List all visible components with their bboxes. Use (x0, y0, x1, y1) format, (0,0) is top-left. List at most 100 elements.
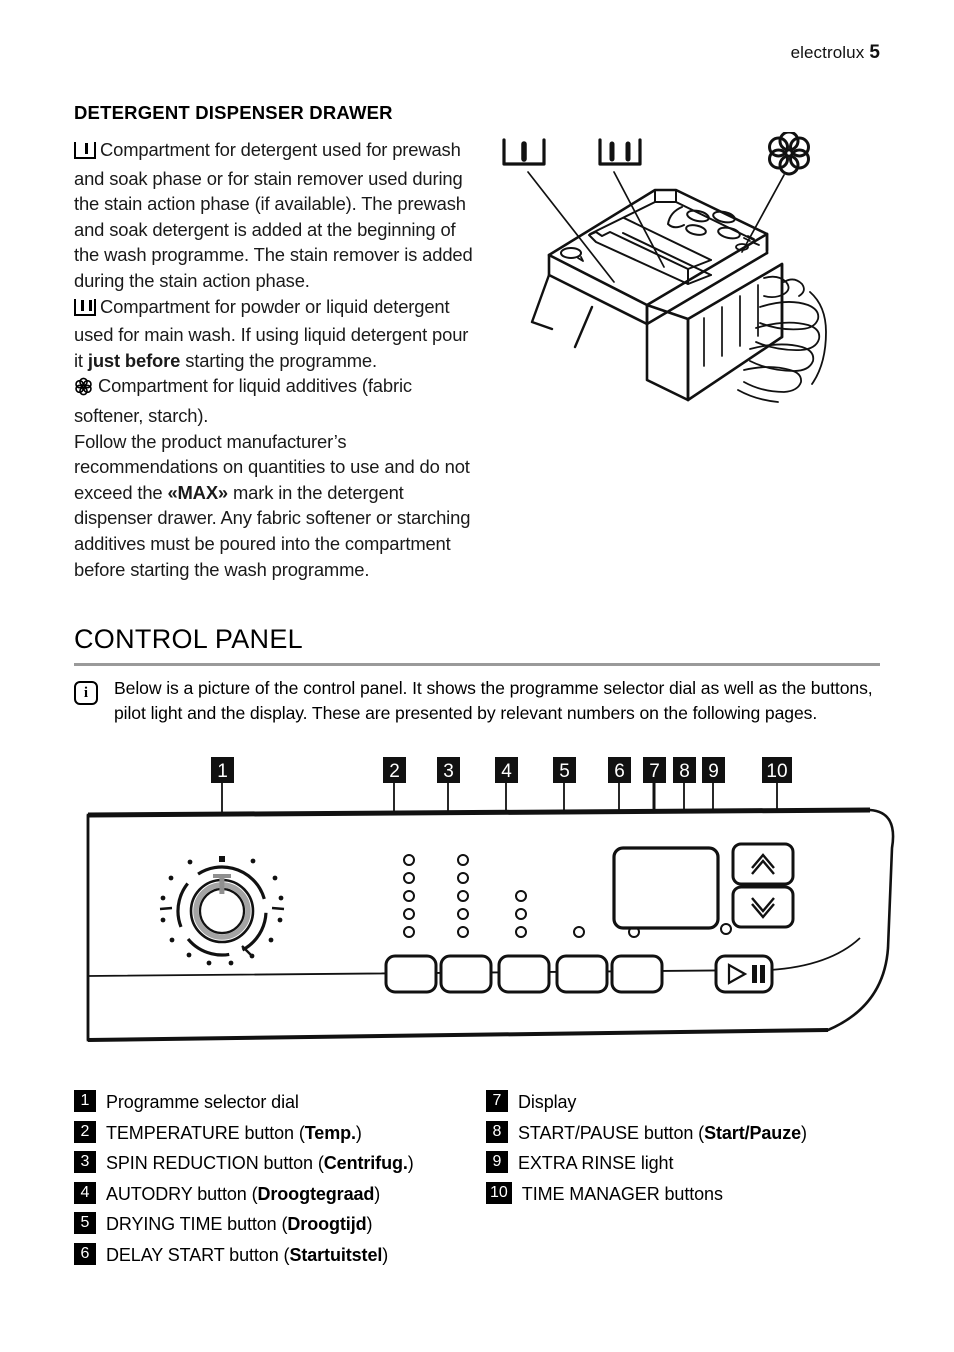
legend-label-4: AUTODRY button (Droogtegraad) (106, 1182, 380, 1205)
detergent-drawer-illustration (492, 130, 882, 407)
drawer-softener-icon (768, 130, 810, 176)
legend-item-4: 4 AUTODRY button (Droogtegraad) (74, 1181, 504, 1207)
detergent-dispenser-section: DETERGENT DISPENSER DRAWER Compartment f… (74, 102, 474, 582)
control-panel-illustration: 1 2 3 4 5 6 7 8 9 10 (0, 748, 954, 1088)
legend-label-2-before: TEMPERATURE button ( (106, 1122, 305, 1143)
svg-text:8: 8 (679, 761, 690, 782)
page-number: 5 (869, 42, 880, 63)
paragraph-prewash: Compartment for detergent used for prewa… (74, 137, 474, 294)
svg-text:5: 5 (559, 761, 570, 782)
display-screen (612, 846, 720, 930)
svg-text:4: 4 (501, 761, 512, 782)
section-heading: DETERGENT DISPENSER DRAWER (74, 102, 393, 123)
control-panel-note-text: Below is a picture of the control panel.… (114, 678, 873, 723)
page-header: electrolux 5 (791, 42, 880, 64)
start-pause-button[interactable] (714, 954, 774, 994)
legend-label-8-before: START/PAUSE button ( (518, 1122, 705, 1143)
legend-label-3-after: ) (407, 1153, 414, 1173)
paragraph-max-emphasis: «MAX» (167, 481, 229, 503)
legend-label-2-after: ) (355, 1122, 362, 1143)
legend-label-3-before: SPIN REDUCTION button ( (106, 1153, 324, 1173)
control-panel-note: i Below is a picture of the control pane… (74, 676, 884, 725)
legend-number-6: 6 (74, 1242, 96, 1265)
drying-time-button[interactable] (555, 954, 609, 994)
autodry-button[interactable] (497, 954, 551, 994)
legend-label-4-before: AUTODRY button ( (106, 1183, 258, 1204)
paragraph-softener-text: Compartment for liquid additives (fabric… (74, 375, 412, 426)
spin-reduction-button[interactable] (439, 954, 493, 994)
legend-label-6: DELAY START button (Startuitstel) (106, 1243, 388, 1266)
callout-badge-4: 4 (495, 757, 518, 783)
legend-label-10: TIME MANAGER buttons (521, 1183, 723, 1204)
callout-badge-5: 5 (553, 757, 576, 783)
legend-label-5-after: ) (366, 1214, 373, 1234)
info-icon: i (74, 681, 98, 705)
legend-number-5: 5 (74, 1212, 96, 1234)
legend-number-7: 7 (486, 1090, 508, 1112)
legend-label-1: Programme selector dial (106, 1092, 299, 1112)
legend-number-10: 10 (486, 1181, 512, 1204)
svg-text:1: 1 (217, 761, 228, 782)
legend-label-8-bold: Start/Pauze (704, 1122, 802, 1143)
softener-compartment-icon (74, 377, 93, 403)
legend-label-4-bold: Droogtegraad (257, 1183, 375, 1204)
legend-item-7: 7 Display (486, 1090, 916, 1115)
svg-text:2: 2 (389, 761, 400, 782)
paragraph-main-wash-text-after: starting the programme. (180, 349, 377, 371)
legend-number-2: 2 (74, 1120, 96, 1143)
legend-number-1: 1 (74, 1090, 96, 1112)
legend-item-6: 6 DELAY START button (Startuitstel) (74, 1242, 504, 1268)
svg-text:7: 7 (649, 761, 660, 782)
legend-number-4: 4 (74, 1181, 96, 1204)
control-panel-heading: CONTROL PANEL (74, 624, 303, 654)
legend-label-5: DRYING TIME button (Droogtijd) (106, 1212, 373, 1235)
brand-name: electrolux (790, 43, 865, 62)
time-manager-down-button[interactable] (731, 885, 795, 929)
paragraph-main-wash-emphasis: just before (87, 349, 181, 371)
svg-text:6: 6 (614, 761, 625, 782)
legend-item-10: 10 TIME MANAGER buttons (486, 1181, 916, 1207)
svg-text:3: 3 (443, 761, 454, 782)
legend-label-8-after: ) (801, 1122, 807, 1143)
legend-column-left: 1 Programme selector dial 2 TEMPERATURE … (74, 1090, 504, 1273)
time-manager-buttons (731, 842, 795, 929)
section-divider (74, 663, 880, 666)
callout-badge-6: 6 (608, 757, 631, 783)
drawer-main-wash-icon (598, 138, 642, 166)
paragraph-main-wash: Compartment for powder or liquid deterge… (74, 294, 474, 374)
callout-badge-3: 3 (437, 757, 460, 783)
callout-badge-2: 2 (383, 757, 406, 783)
paragraph-max-mark: Follow the product manufacturer’s recomm… (74, 429, 474, 583)
callout-badge-10: 10 (762, 757, 792, 783)
callout-badge-1: 1 (211, 757, 234, 783)
legend-label-7: Display (518, 1092, 577, 1112)
legend-label-5-bold: Droogtijd (287, 1214, 367, 1234)
legend-column-right: 7 Display 8 START/PAUSE button (Start/Pa… (486, 1090, 916, 1212)
time-manager-up-button[interactable] (731, 842, 795, 886)
legend-item-8: 8 START/PAUSE button (Start/Pauze) (486, 1120, 916, 1146)
legend-label-4-after: ) (374, 1183, 381, 1204)
legend-item-1: 1 Programme selector dial (74, 1090, 504, 1115)
legend-label-9: EXTRA RINSE light (518, 1153, 674, 1173)
drawer-prewash-icon (502, 138, 546, 166)
delay-start-button[interactable] (610, 954, 664, 994)
legend-label-3: SPIN REDUCTION button (Centrifug.) (106, 1151, 414, 1174)
legend-item-2: 2 TEMPERATURE button (Temp.) (74, 1120, 504, 1146)
legend-item-5: 5 DRYING TIME button (Droogtijd) (74, 1212, 504, 1237)
paragraph-softener: Compartment for liquid additives (fabric… (74, 373, 474, 428)
legend-label-2: TEMPERATURE button (Temp.) (106, 1121, 362, 1144)
paragraph-prewash-text: Compartment for detergent used for prewa… (74, 139, 473, 291)
legend-label-3-bold: Centrifug. (323, 1153, 408, 1173)
legend-label-6-before: DELAY START button ( (106, 1244, 290, 1265)
legend-label-6-bold: Startuitstel (289, 1244, 383, 1265)
svg-text:9: 9 (708, 761, 719, 782)
callout-badge-7: 7 (643, 757, 666, 783)
legend-label-2-bold: Temp. (304, 1122, 356, 1143)
temperature-button[interactable] (384, 954, 438, 994)
legend-item-9: 9 EXTRA RINSE light (486, 1151, 916, 1176)
legend-label-8: START/PAUSE button (Start/Pauze) (518, 1121, 807, 1144)
callout-badges: 1 2 3 4 5 6 7 8 9 10 (211, 757, 792, 783)
svg-text:10: 10 (766, 761, 787, 782)
main-wash-compartment-icon (74, 297, 96, 323)
callout-badge-9: 9 (702, 757, 725, 783)
